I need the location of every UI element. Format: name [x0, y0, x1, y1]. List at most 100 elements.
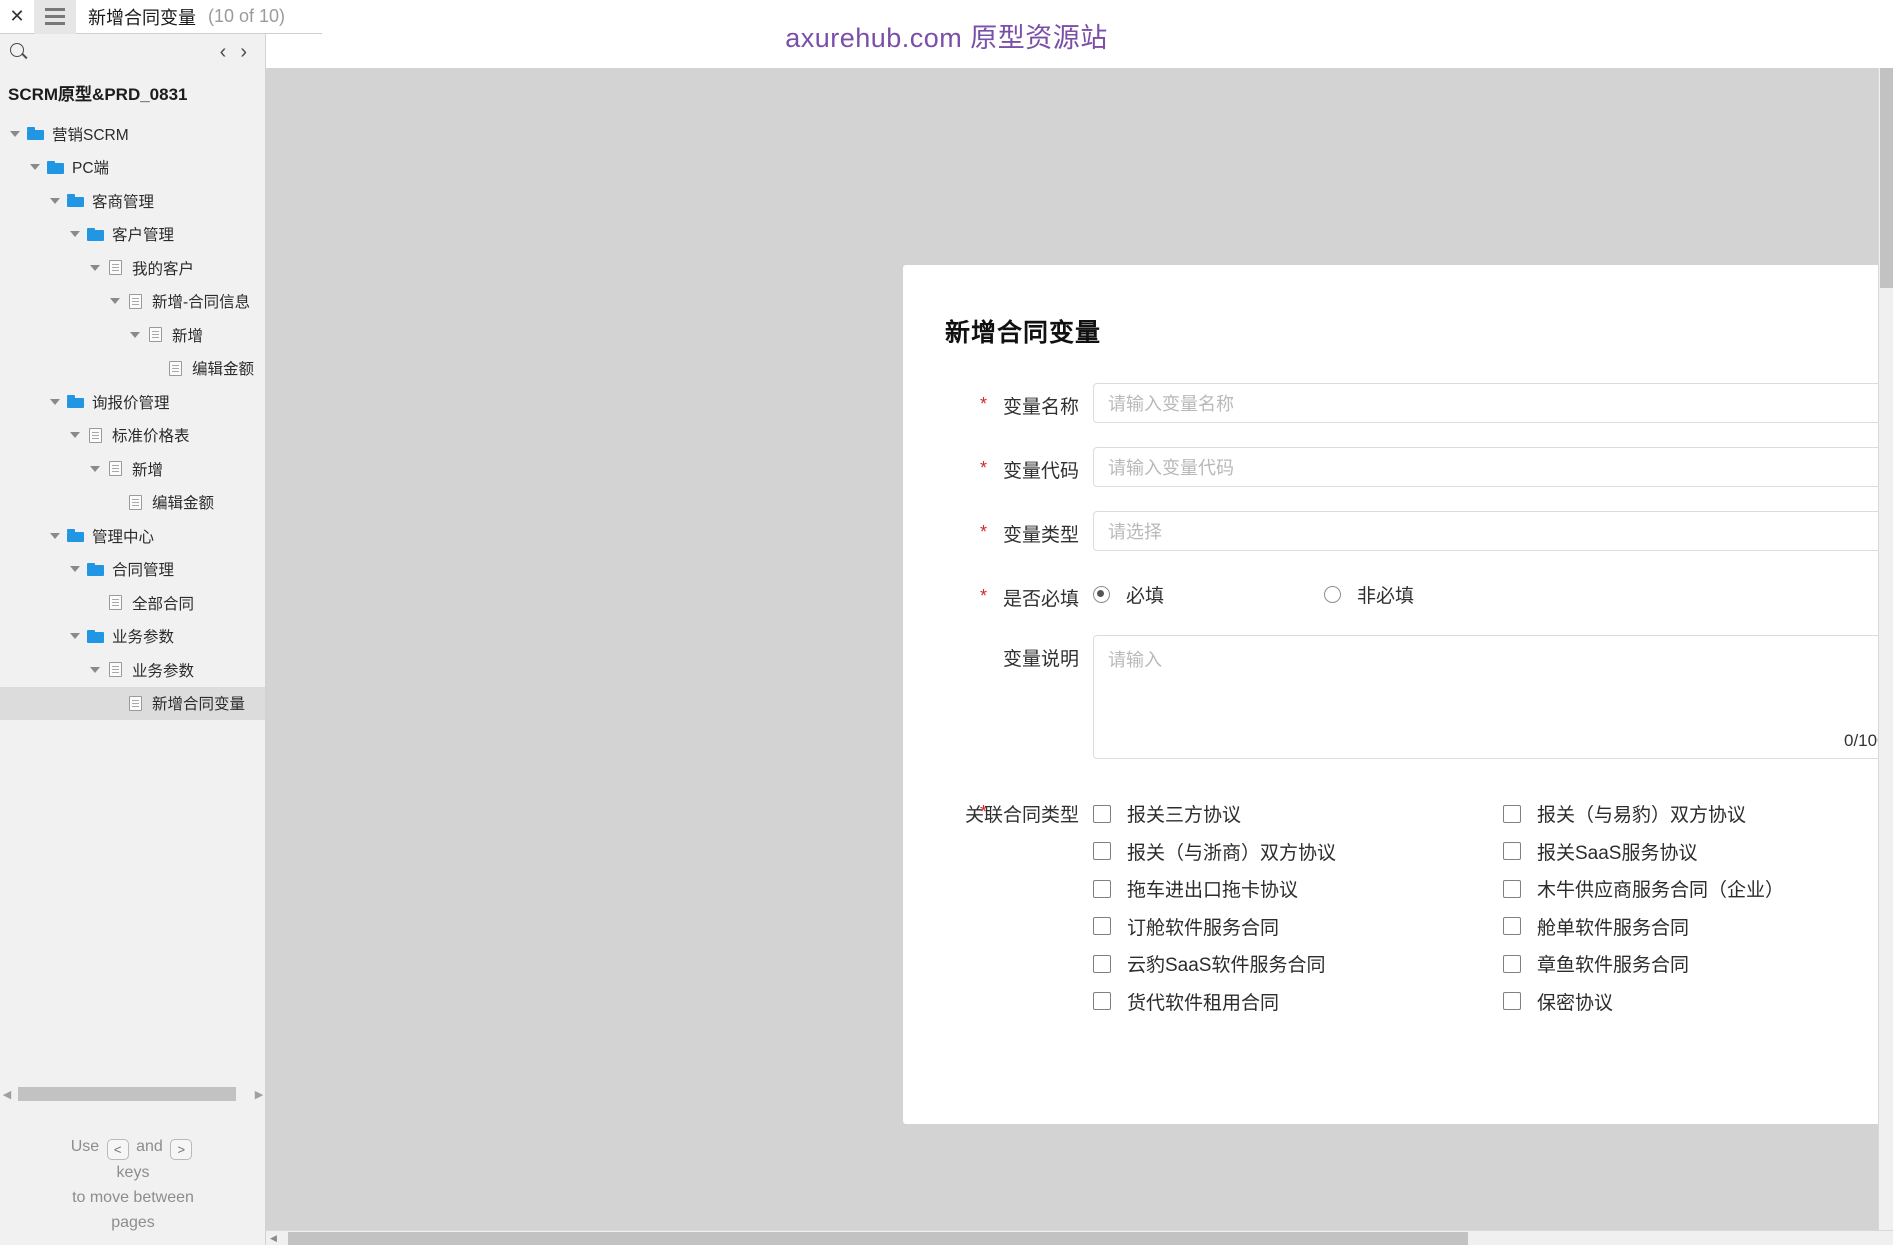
variable-type-select[interactable]: 请选择 [1093, 511, 1893, 551]
close-icon[interactable]: ✕ [0, 0, 34, 34]
checkbox-option[interactable]: 章鱼软件服务合同 [1503, 945, 1893, 983]
checkbox-option[interactable]: 报关（与浙商）双方协议 [1093, 833, 1503, 871]
description-textarea[interactable]: 请输入 0/1000 [1093, 635, 1893, 759]
checkbox-unchecked-icon[interactable] [1503, 804, 1521, 823]
expand-caret-icon[interactable] [46, 532, 64, 539]
checkbox-unchecked-icon[interactable] [1093, 804, 1111, 823]
caret-down-icon[interactable] [70, 231, 80, 238]
canvas-vertical-scrollbar[interactable] [1878, 68, 1893, 1230]
expand-caret-icon[interactable] [66, 231, 84, 238]
caret-down-icon[interactable] [130, 331, 140, 338]
tree-item[interactable]: 合同管理 [0, 553, 265, 587]
variable-code-input[interactable]: 请输入变量代码 [1093, 447, 1893, 487]
radio-option[interactable]: 必填 [1093, 581, 1164, 608]
caret-down-icon[interactable] [70, 566, 80, 573]
page-icon [128, 494, 142, 510]
caret-down-icon[interactable] [70, 633, 80, 640]
next-page-button[interactable]: › [240, 42, 247, 62]
expand-caret-icon[interactable] [6, 130, 24, 137]
checkbox-unchecked-icon[interactable] [1503, 842, 1521, 861]
checkbox-unchecked-icon[interactable] [1093, 992, 1111, 1011]
expand-caret-icon[interactable] [126, 331, 144, 338]
checkbox-option[interactable]: 报关SaaS服务协议 [1503, 833, 1893, 871]
tree-item[interactable]: 管理中心 [0, 519, 265, 553]
scroll-right-arrow-icon[interactable]: ▶ [252, 1088, 265, 1101]
canvas-horizontal-scrollbar[interactable]: ◀ [266, 1230, 1893, 1245]
page-icon [148, 327, 162, 343]
expand-caret-icon[interactable] [66, 566, 84, 573]
caret-down-icon[interactable] [90, 666, 100, 673]
checkbox-unchecked-icon[interactable] [1093, 842, 1111, 861]
radio-unselected-icon[interactable] [1324, 586, 1342, 603]
folder-icon [86, 629, 104, 643]
caret-down-icon[interactable] [90, 264, 100, 271]
tree-item[interactable]: PC端 [0, 151, 265, 185]
checkbox-unchecked-icon[interactable] [1093, 954, 1111, 973]
tree-item[interactable]: 新增-合同信息 [0, 285, 265, 319]
expand-caret-icon[interactable] [86, 465, 104, 472]
tree-item[interactable]: 新增 [0, 452, 265, 486]
canvas-horizontal-scroll-thumb[interactable] [288, 1232, 1468, 1245]
scroll-left-arrow-icon[interactable]: ◀ [0, 1088, 14, 1101]
checkbox-option[interactable]: 报关（与易豹）双方协议 [1503, 795, 1893, 833]
checkbox-option[interactable]: 舱单软件服务合同 [1503, 908, 1893, 946]
sidebar-scroll-track[interactable] [14, 1087, 252, 1101]
tree-item[interactable]: 标准价格表 [0, 419, 265, 453]
search-icon[interactable] [8, 41, 30, 63]
tree-item[interactable]: 新增 [0, 318, 265, 352]
tree-item[interactable]: 询报价管理 [0, 385, 265, 419]
tree-item[interactable]: 全部合同 [0, 586, 265, 620]
expand-caret-icon[interactable] [66, 633, 84, 640]
tree-item[interactable]: 业务参数 [0, 653, 265, 687]
expand-caret-icon[interactable] [46, 197, 64, 204]
tree-item[interactable]: 客户管理 [0, 218, 265, 252]
checkbox-unchecked-icon[interactable] [1503, 954, 1521, 973]
tree-item[interactable]: 新增合同变量 [0, 686, 265, 720]
prev-page-button[interactable]: ‹ [220, 42, 227, 62]
checkbox-option[interactable]: 订舱软件服务合同 [1093, 908, 1503, 946]
sidebar-scroll-thumb[interactable] [18, 1087, 236, 1101]
checkbox-option-label: 舱单软件服务合同 [1537, 917, 1690, 939]
checkbox-option[interactable]: 保密协议 [1503, 983, 1893, 1021]
canvas-vertical-scroll-thumb[interactable] [1880, 68, 1893, 288]
radio-selected-icon[interactable] [1093, 586, 1110, 603]
tree-item[interactable]: 编辑金额 [0, 486, 265, 520]
expand-caret-icon[interactable] [26, 164, 44, 171]
caret-down-icon[interactable] [70, 432, 80, 439]
label-variable-code: 变量代码 [903, 447, 1093, 483]
tree-item[interactable]: 编辑金额 [0, 352, 265, 386]
checkbox-option[interactable]: 木牛供应商服务合同（企业） [1503, 870, 1893, 908]
checkbox-unchecked-icon[interactable] [1093, 879, 1111, 898]
sidebar-horizontal-scrollbar[interactable]: ◀ ▶ [0, 1083, 265, 1105]
checkbox-option[interactable]: 云豹SaaS软件服务合同 [1093, 945, 1503, 983]
checkbox-option[interactable]: 货代软件租用合同 [1093, 983, 1503, 1021]
caret-down-icon[interactable] [90, 465, 100, 472]
tree-item[interactable]: 业务参数 [0, 620, 265, 654]
expand-caret-icon[interactable] [86, 264, 104, 271]
tree-item[interactable]: 客商管理 [0, 184, 265, 218]
tree-item[interactable]: 营销SCRM [0, 117, 265, 151]
caret-down-icon[interactable] [110, 298, 120, 305]
form-row-code: 变量代码 请输入变量代码 0/1 [903, 447, 1893, 487]
caret-down-icon[interactable] [10, 130, 20, 137]
caret-down-icon[interactable] [30, 164, 40, 171]
checkbox-unchecked-icon[interactable] [1093, 917, 1111, 936]
tree-item[interactable]: 我的客户 [0, 251, 265, 285]
expand-caret-icon[interactable] [86, 666, 104, 673]
tree-item-label: 编辑金额 [152, 495, 215, 513]
checkbox-unchecked-icon[interactable] [1503, 992, 1521, 1011]
canvas-scroll-left-icon[interactable]: ◀ [266, 1233, 281, 1244]
expand-caret-icon[interactable] [66, 432, 84, 439]
checkbox-unchecked-icon[interactable] [1503, 917, 1521, 936]
checkbox-option[interactable]: 拖车进出口拖卡协议 [1093, 870, 1503, 908]
expand-caret-icon[interactable] [106, 298, 124, 305]
hamburger-menu-icon[interactable] [34, 0, 76, 34]
caret-down-icon[interactable] [50, 532, 60, 539]
checkbox-option[interactable]: 报关三方协议 [1093, 795, 1503, 833]
expand-caret-icon[interactable] [46, 398, 64, 405]
caret-down-icon[interactable] [50, 197, 60, 204]
caret-down-icon[interactable] [50, 398, 60, 405]
variable-name-input[interactable]: 请输入变量名称 [1093, 383, 1893, 423]
radio-option[interactable]: 非必填 [1324, 581, 1414, 608]
checkbox-unchecked-icon[interactable] [1503, 879, 1521, 898]
